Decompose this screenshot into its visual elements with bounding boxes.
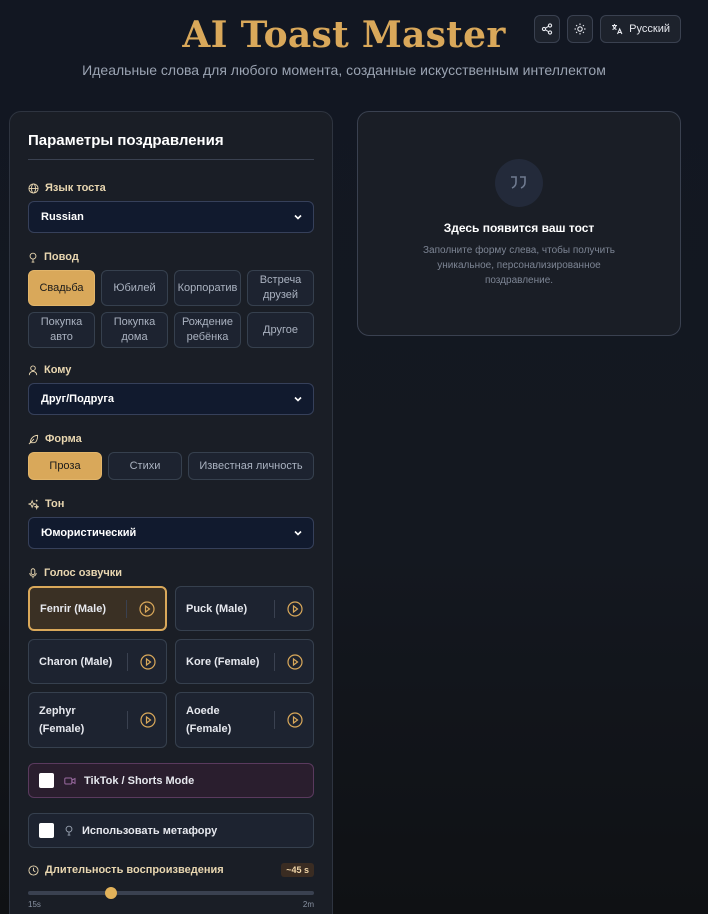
clock-icon [28, 864, 39, 876]
voice-option[interactable]: Fenrir (Male) [28, 586, 167, 631]
language-button-label: Русский [629, 23, 670, 35]
slider-min-label: 15s [28, 900, 41, 909]
quote-icon [511, 176, 526, 189]
sparkles-icon [28, 499, 39, 510]
divider [274, 599, 275, 618]
form-type-option[interactable]: Известная личность [188, 452, 314, 480]
play-icon[interactable] [140, 712, 156, 728]
voice-option[interactable]: Aoede (Female) [175, 692, 314, 748]
form-type-option[interactable]: Проза [28, 452, 102, 480]
divider [274, 711, 275, 729]
tone-label: Тон [28, 497, 64, 511]
form-type-option[interactable]: Стихи [108, 452, 182, 480]
recipient-value: Друг/Подруга [41, 393, 115, 405]
occasion-option[interactable]: Корпоратив [174, 270, 241, 306]
microphone-icon [29, 567, 37, 578]
translate-icon [612, 24, 623, 35]
chevron-down-icon [294, 530, 302, 536]
occasion-option[interactable]: Рождение ребёнка [174, 312, 241, 348]
tiktok-mode-toggle[interactable]: TikTok / Shorts Mode [28, 763, 314, 798]
share-button[interactable] [534, 15, 561, 43]
lightbulb-icon [65, 825, 73, 836]
voice-option-label: Kore (Female) [186, 655, 260, 668]
language-button[interactable]: Русский [600, 15, 681, 43]
metaphor-label: Использовать метафору [82, 824, 218, 837]
sun-icon [574, 23, 586, 35]
voice-option-label: Puck (Male) [186, 602, 248, 615]
duration-slider[interactable] [28, 887, 314, 899]
divider [127, 711, 128, 729]
chevron-down-icon [294, 396, 302, 402]
duration-badge: ~45 s [281, 863, 314, 877]
feather-icon [28, 434, 39, 444]
voice-option-label: Zephyr (Female) [39, 705, 85, 735]
divider [126, 599, 127, 618]
recipient-label: Кому [28, 363, 71, 377]
output-placeholder-text: Заполните форму слева, чтобы получить ун… [422, 245, 616, 286]
video-camera-icon [64, 777, 76, 784]
voice-option-label: Aoede (Female) [186, 705, 232, 735]
voice-option-label: Fenrir (Male) [40, 602, 107, 615]
top-actions: Русский [534, 15, 681, 43]
tone-select[interactable]: Юмористический [28, 517, 314, 549]
chevron-down-icon [294, 214, 302, 220]
occasion-option[interactable]: Другое [247, 312, 314, 348]
metaphor-toggle[interactable]: Использовать метафору [28, 813, 314, 848]
voice-option[interactable]: Zephyr (Female) [28, 692, 167, 748]
play-icon[interactable] [287, 712, 303, 728]
slider-ticks: 15s 2m [28, 900, 314, 909]
toast-language-value: Russian [41, 211, 84, 223]
form-type-label: Форма [28, 432, 82, 446]
app-subtitle: Идеальные слова для любого момента, созд… [82, 62, 606, 78]
occasion-option[interactable]: Покупка авто [28, 312, 95, 348]
metaphor-checkbox[interactable] [39, 823, 54, 838]
duration-slider-wrap: 15s 2m [28, 880, 314, 909]
share-icon [542, 23, 553, 35]
form-title: Параметры поздравления [28, 132, 314, 160]
output-placeholder-title: Здесь появится ваш тост [443, 221, 595, 235]
voice-label: Голос озвучки [28, 566, 122, 580]
theme-toggle-button[interactable] [567, 15, 594, 43]
voice-option[interactable]: Puck (Male) [175, 586, 314, 631]
duration-header: Длительность воспроизведения ~45 s [28, 863, 314, 877]
tone-value: Юмористический [41, 527, 137, 539]
toast-output-panel: Здесь появится ваш тост Заполните форму … [357, 111, 681, 336]
voice-options: Fenrir (Male) Puck (Male) Charon (Male) … [28, 586, 314, 748]
occasion-option[interactable]: Покупка дома [101, 312, 168, 348]
slider-thumb[interactable] [104, 887, 117, 899]
globe-icon [28, 182, 39, 194]
divider [127, 652, 128, 671]
quote-badge [495, 159, 543, 207]
toast-language-label: Язык тоста [28, 181, 106, 195]
form-type-options: Проза Стихи Известная личность [28, 452, 314, 480]
lightbulb-icon [29, 252, 37, 263]
play-icon[interactable] [287, 600, 303, 617]
slider-max-label: 2m [302, 900, 314, 909]
play-icon[interactable] [140, 653, 156, 670]
divider [274, 652, 275, 671]
occasion-options: Свадьба Юбилей Корпоратив Встреча друзей… [28, 270, 314, 348]
slider-track [28, 891, 314, 895]
occasion-label: Повод [28, 250, 79, 264]
occasion-option[interactable]: Встреча друзей [247, 270, 314, 306]
recipient-select[interactable]: Друг/Подруга [28, 383, 314, 415]
user-icon [28, 364, 38, 375]
toast-language-select[interactable]: Russian [28, 201, 314, 233]
play-icon[interactable] [139, 600, 155, 617]
occasion-option[interactable]: Юбилей [101, 270, 168, 306]
duration-label: Длительность воспроизведения [28, 863, 224, 877]
toast-form-panel: Параметры поздравления Язык тоста Russia… [9, 111, 333, 914]
occasion-option[interactable]: Свадьба [28, 270, 95, 306]
play-icon[interactable] [287, 653, 303, 670]
voice-option[interactable]: Charon (Male) [28, 639, 167, 684]
tiktok-mode-label: TikTok / Shorts Mode [84, 774, 195, 787]
voice-option-label: Charon (Male) [39, 655, 113, 668]
voice-option[interactable]: Kore (Female) [175, 639, 314, 684]
tiktok-mode-checkbox[interactable] [39, 773, 54, 788]
